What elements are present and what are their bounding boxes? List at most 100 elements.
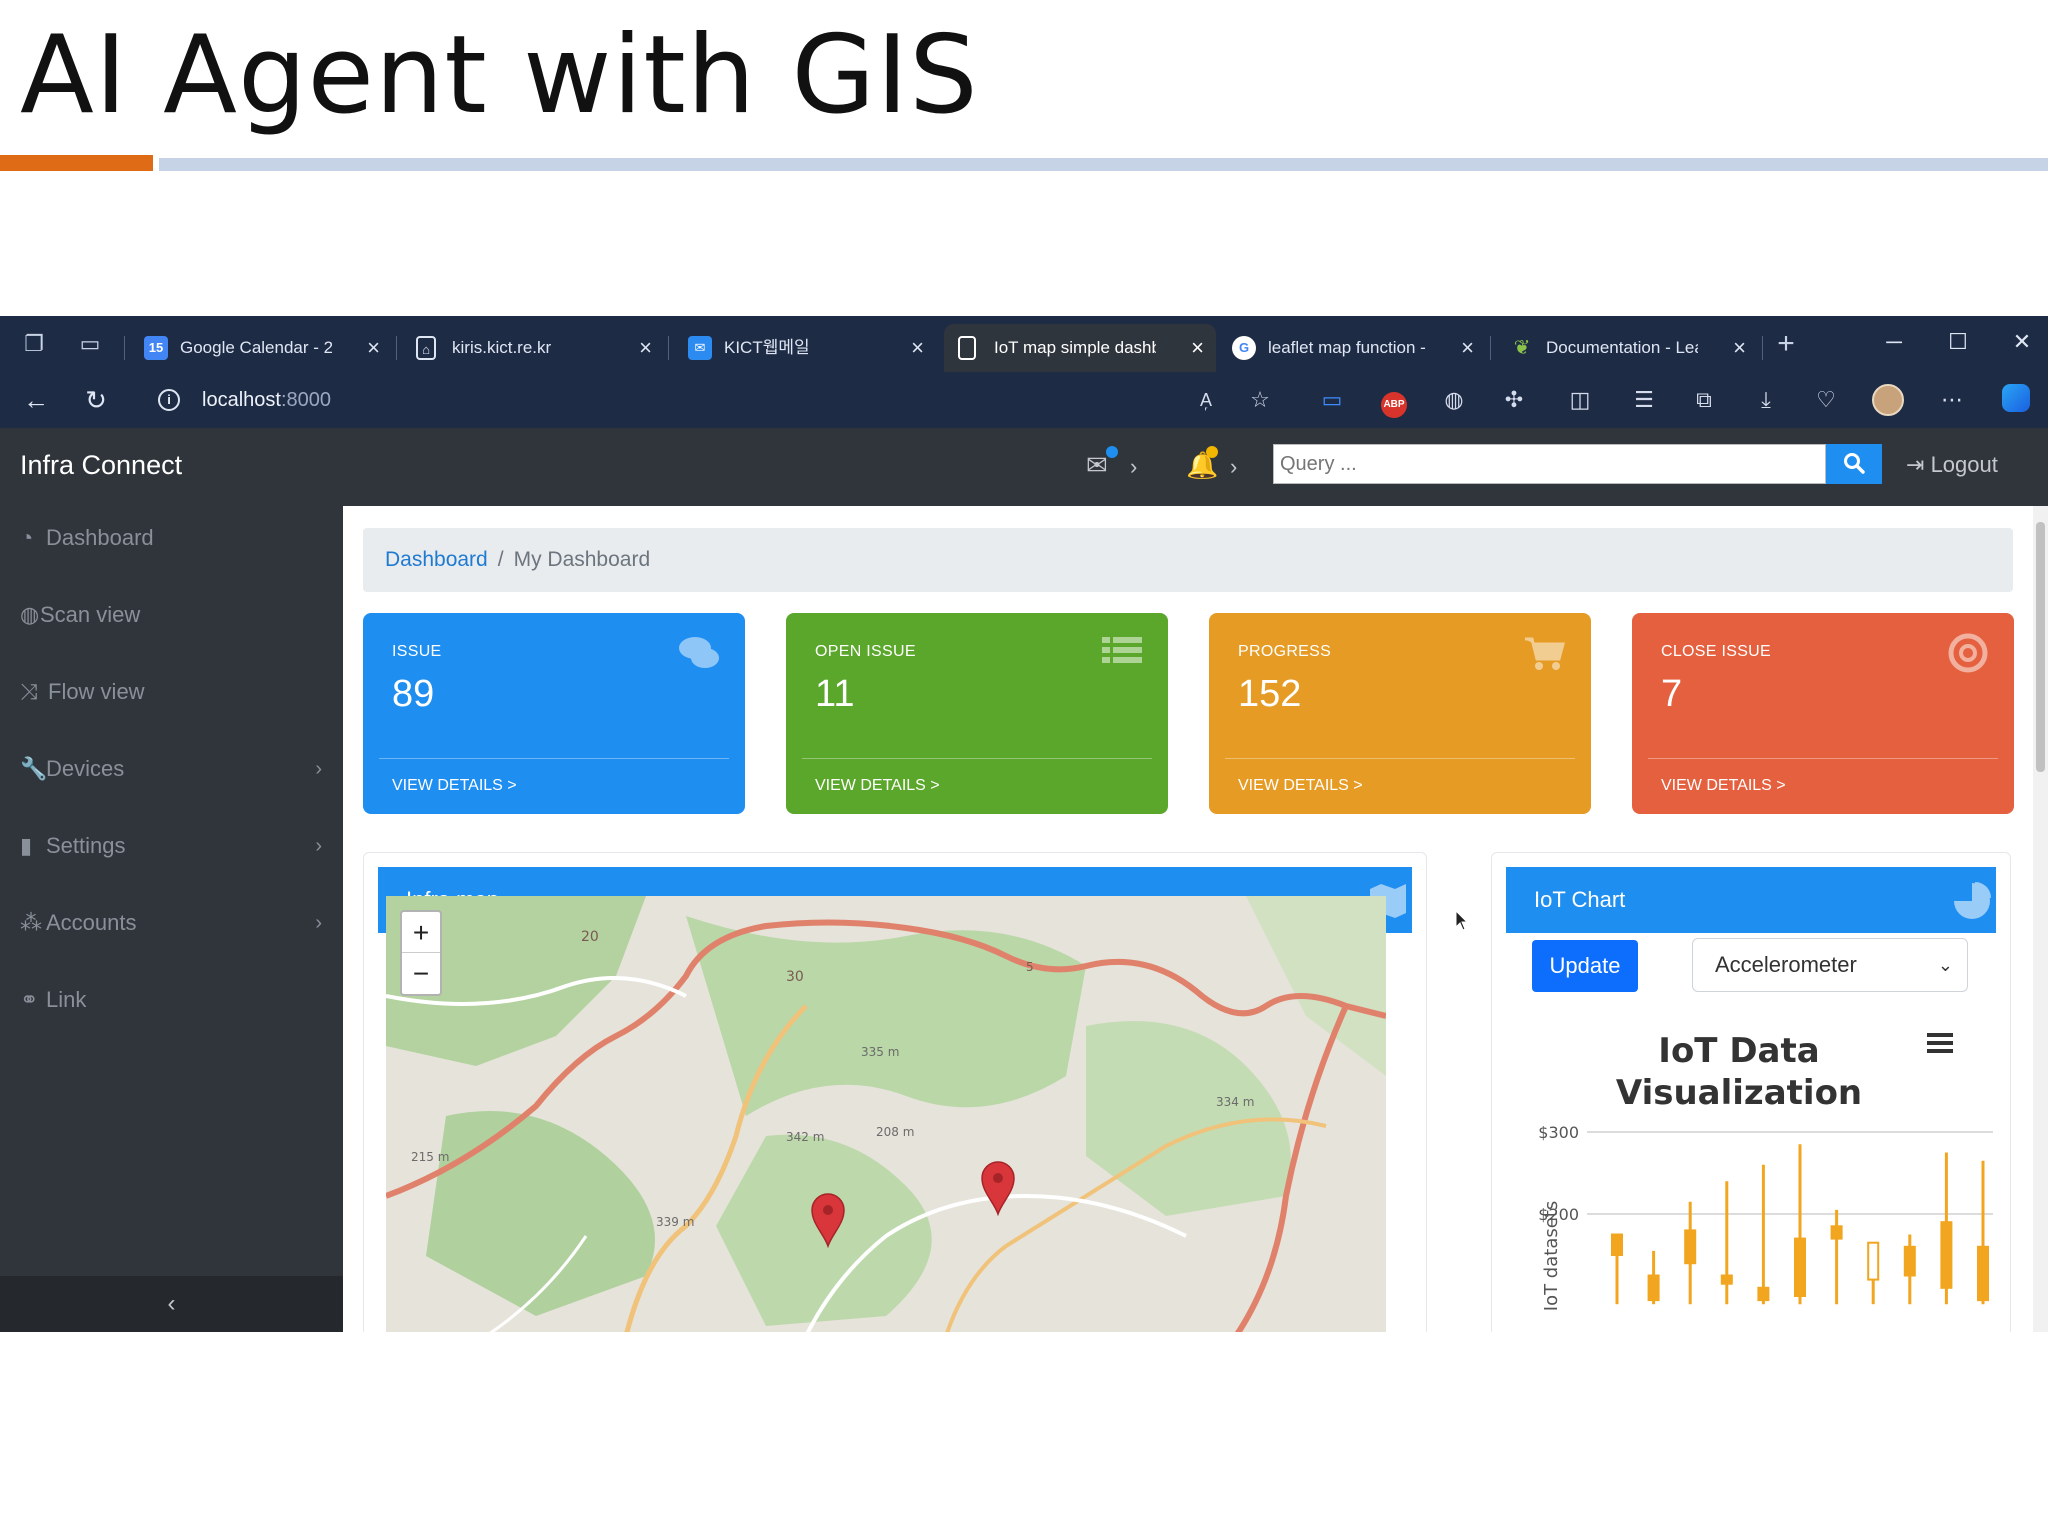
mouse-cursor-icon	[1455, 910, 1469, 931]
cast-icon[interactable]: ▭	[1316, 384, 1348, 416]
close-tab-icon[interactable]: ×	[911, 324, 924, 372]
zoom-in-button[interactable]: +	[402, 912, 440, 953]
iot-candlestick-chart: $300$200IoT datasets	[1538, 1123, 1993, 1311]
minimize-icon[interactable]: ─	[1874, 324, 1914, 360]
cart-icon	[1525, 637, 1565, 670]
tab-actions-icon[interactable]: ▭	[76, 330, 104, 358]
favorites-icon[interactable]: ☰	[1628, 384, 1660, 416]
map-tiles: 20 30 335 m 342 m 208 m 215 m 339 m 334 …	[386, 896, 1386, 1332]
list-icon	[1102, 637, 1142, 663]
search-icon	[1844, 452, 1865, 474]
candle-body[interactable]	[1720, 1274, 1733, 1285]
tab-google-calendar[interactable]: 15 Google Calendar - 2024 ×	[130, 324, 392, 372]
page-scrollbar[interactable]	[2033, 506, 2048, 1332]
candle-body[interactable]	[1647, 1274, 1660, 1302]
candle-body[interactable]	[1903, 1245, 1916, 1277]
close-window-icon[interactable]: ✕	[2002, 324, 2042, 360]
close-issue-view-details-link[interactable]: VIEW DETAILS >	[1661, 777, 1786, 795]
more-menu-icon[interactable]: ⋯	[1936, 384, 1968, 416]
candle-body[interactable]	[1794, 1237, 1806, 1298]
issue-view-details-link[interactable]: VIEW DETAILS >	[392, 777, 517, 795]
candle-body[interactable]	[1611, 1233, 1623, 1256]
update-button[interactable]: Update	[1532, 940, 1638, 992]
collections-icon[interactable]: ⧉	[1688, 384, 1720, 416]
read-aloud-icon[interactable]: A᷊	[1190, 384, 1222, 416]
candle-body[interactable]	[1684, 1229, 1697, 1265]
progress-count: 152	[1238, 673, 1302, 715]
breadcrumb: Dashboard / My Dashboard	[363, 528, 2013, 592]
map-marker-icon[interactable]	[980, 1160, 1016, 1216]
tab-bar: ❐ ▭ 15 Google Calendar - 2024 × ⌂ kiris.…	[0, 316, 2048, 372]
maximize-icon[interactable]: ☐	[1938, 324, 1978, 360]
candle-body[interactable]	[1977, 1245, 1989, 1302]
app-header: Infra Connect ✉ › 🔔 › ⇥ Logout	[0, 428, 2048, 506]
sidebar-collapse-button[interactable]: ‹	[0, 1276, 343, 1332]
progress-view-details-link[interactable]: VIEW DETAILS >	[1238, 777, 1363, 795]
close-tab-icon[interactable]: ×	[367, 324, 380, 372]
chevron-down-icon: ⌄	[1937, 955, 1953, 975]
sidebar-item-settings[interactable]: ▮ Settings ›	[20, 826, 330, 866]
tab-leaflet-docs[interactable]: ❦ Documentation - Leaflet ×	[1496, 324, 1758, 372]
search-input[interactable]	[1273, 444, 1826, 484]
tab-kiris[interactable]: ⌂ kiris.kict.re.kr ×	[402, 324, 664, 372]
performance-icon[interactable]: ♡	[1810, 384, 1842, 416]
map-label: 339 m	[656, 1215, 694, 1229]
sidebar-item-accounts[interactable]: ⁂ Accounts ›	[20, 903, 330, 943]
sidebar-item-scan-view[interactable]: ◍Scan view	[20, 595, 330, 635]
chart-menu-icon[interactable]	[1927, 1032, 1953, 1054]
globe-extension-icon[interactable]: ◍	[1438, 384, 1470, 416]
sidebar-item-link[interactable]: ⚭ Link	[20, 980, 330, 1020]
map-zoom-control: + −	[400, 910, 442, 996]
close-tab-icon[interactable]: ×	[1191, 324, 1204, 372]
file-icon: ▮	[20, 833, 33, 858]
tab-kict-mail[interactable]: ✉ KICT웹메일 ×	[674, 324, 936, 372]
chevron-right-icon[interactable]: ›	[1130, 454, 1137, 480]
candle-body[interactable]	[1867, 1241, 1880, 1281]
close-tab-icon[interactable]: ×	[639, 324, 652, 372]
open-issue-view-details-link[interactable]: VIEW DETAILS >	[815, 777, 940, 795]
map-label: 342 m	[786, 1130, 824, 1144]
split-screen-icon[interactable]: ◫	[1564, 384, 1596, 416]
map-label: 208 m	[876, 1125, 914, 1139]
issue-card: ISSUE 89 VIEW DETAILS >	[363, 613, 745, 814]
zoom-out-button[interactable]: −	[402, 953, 440, 994]
workspaces-icon[interactable]: ❐	[20, 330, 48, 358]
page-lock-icon: ⌂	[416, 336, 436, 360]
favorite-star-icon[interactable]: ☆	[1244, 384, 1276, 416]
leaflet-map[interactable]: 20 30 335 m 342 m 208 m 215 m 339 m 334 …	[386, 896, 1386, 1332]
sidebar-item-flow-view[interactable]: ⤨ Flow view	[20, 672, 330, 712]
refresh-icon[interactable]: ↻	[80, 384, 112, 416]
google-icon: G	[1232, 336, 1256, 360]
chevron-right-icon[interactable]: ›	[1230, 454, 1237, 480]
adblock-icon[interactable]: ABP	[1378, 384, 1410, 418]
close-tab-icon[interactable]: ×	[1461, 324, 1474, 372]
profile-avatar[interactable]	[1872, 384, 1904, 416]
tab-leaflet-search[interactable]: G leaflet map function - Go ×	[1218, 324, 1486, 372]
back-icon[interactable]: ←	[20, 384, 52, 416]
candle-body[interactable]	[1830, 1225, 1843, 1240]
url-field[interactable]: i localhost:8000	[140, 380, 1290, 420]
candle-body[interactable]	[1757, 1286, 1770, 1302]
tab-iot-dashboard[interactable]: IoT map simple dashboar ×	[944, 324, 1216, 372]
mail-icon: ✉	[688, 336, 712, 360]
sensor-select[interactable]: Accelerometer ⌄	[1692, 938, 1968, 992]
pie-chart-icon	[1954, 882, 1991, 919]
chevron-right-icon: ›	[315, 912, 322, 934]
logout-link[interactable]: ⇥ Logout	[1906, 452, 1998, 478]
main-content: Dashboard / My Dashboard ISSUE 89 VIEW DET…	[343, 506, 2033, 1332]
scrollbar-thumb[interactable]	[2036, 522, 2045, 772]
new-tab-button[interactable]: +	[1772, 329, 1800, 359]
search-button[interactable]	[1826, 444, 1882, 484]
map-marker-icon[interactable]	[810, 1192, 846, 1248]
envelope-icon[interactable]: ✉	[1086, 450, 1108, 481]
sidebar-item-devices[interactable]: 🔧Devices ›	[20, 749, 330, 789]
downloads-icon[interactable]: ⤓	[1750, 384, 1782, 416]
sign-out-icon: ⇥	[1906, 452, 1925, 477]
extensions-icon[interactable]: ✣	[1498, 384, 1530, 416]
site-info-icon[interactable]: i	[158, 389, 180, 411]
breadcrumb-dashboard-link[interactable]: Dashboard	[385, 548, 488, 571]
sidebar-item-dashboard[interactable]: ◔ Dashboard	[20, 518, 330, 558]
candle-body[interactable]	[1940, 1221, 1953, 1289]
close-tab-icon[interactable]: ×	[1733, 324, 1746, 372]
copilot-icon[interactable]	[2000, 384, 2032, 416]
